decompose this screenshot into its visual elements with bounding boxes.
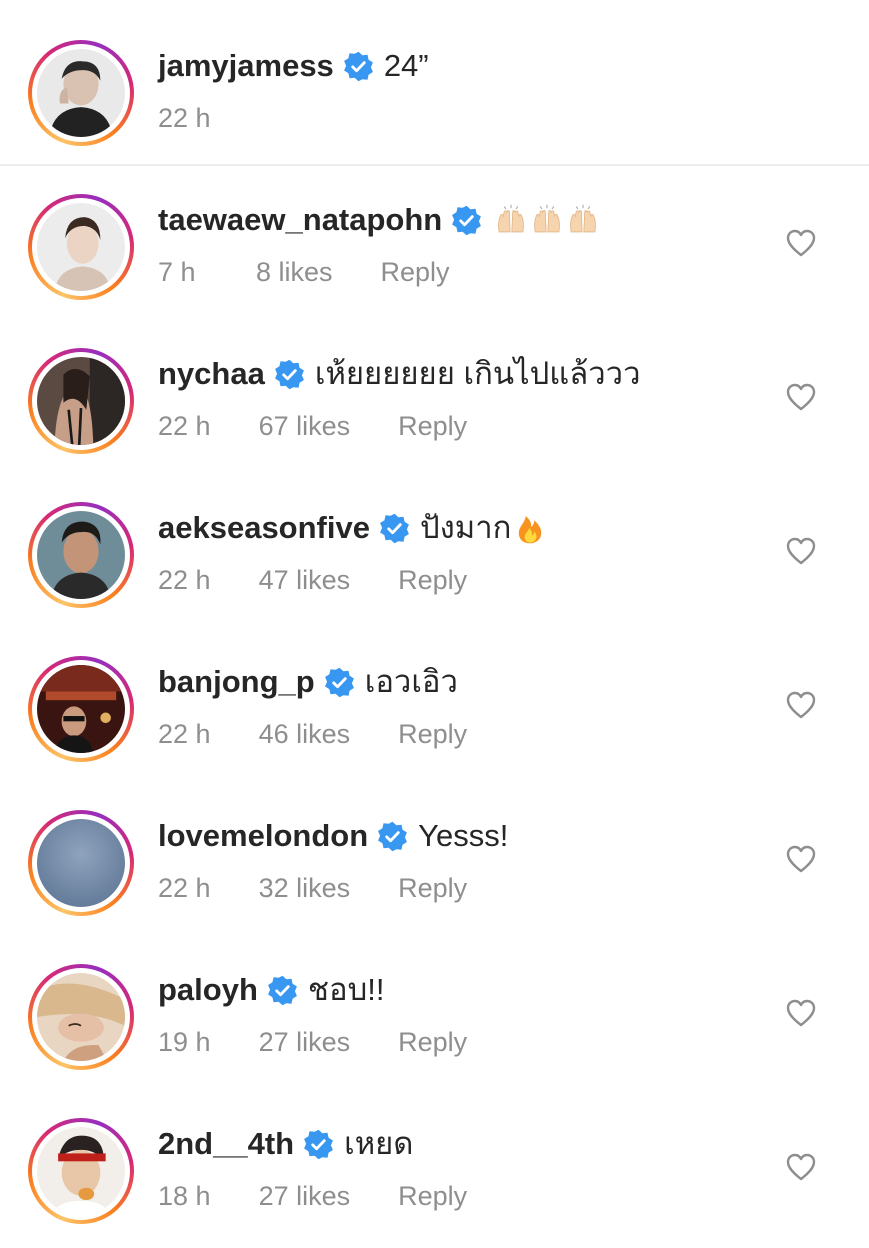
comment-text: ชอบ!! — [307, 972, 385, 1007]
comment-username[interactable]: aekseasonfive — [158, 508, 370, 548]
comment-row: aekseasonfive ปังมาก 22 h 47 likes Reply — [0, 474, 869, 628]
comment-row: paloyh ชอบ!! 19 h 27 likes Reply — [0, 936, 869, 1090]
comment-likes[interactable]: 27 likes — [259, 1179, 351, 1213]
comment-meta: 7 h 8 likes Reply — [158, 255, 450, 289]
comment-username[interactable]: 2nd__4th — [158, 1124, 294, 1164]
comment-meta: 22 h 32 likes Reply — [158, 871, 467, 905]
avatar[interactable] — [28, 194, 134, 300]
raised-hands-emoji-icon — [530, 203, 564, 237]
comment-likes[interactable]: 46 likes — [259, 717, 351, 751]
comment-time: 22 h — [158, 411, 211, 441]
raised-hands-emoji-icon — [494, 203, 528, 237]
avatar-image — [37, 973, 125, 1061]
caption-username[interactable]: jamyjamess — [158, 46, 334, 86]
comment-likes[interactable]: 67 likes — [259, 409, 351, 443]
verified-badge-icon — [303, 1129, 334, 1160]
comment-line: aekseasonfive ปังมาก — [158, 508, 547, 548]
comment-line: banjong_p เอวเอิว — [158, 662, 458, 702]
comment-time: 22 h — [158, 873, 211, 903]
avatar-image — [37, 1127, 125, 1215]
reply-button[interactable]: Reply — [398, 717, 467, 751]
avatar[interactable] — [28, 40, 134, 146]
comment-likes[interactable]: 8 likes — [256, 255, 333, 289]
caption-text: 24” — [383, 48, 429, 83]
avatar-image — [37, 357, 125, 445]
avatar[interactable] — [28, 1118, 134, 1224]
raised-hands-emoji-icon — [566, 203, 600, 237]
avatar-image — [37, 665, 125, 753]
comment-text: เห้ยยยยยย เกินไปแล้ววว — [314, 356, 641, 391]
caption-meta: 22 h — [158, 101, 211, 135]
verified-badge-icon — [274, 359, 305, 390]
reply-button[interactable]: Reply — [398, 563, 467, 597]
comment-text: Yesss! — [418, 818, 509, 853]
comment-text: เหยด — [344, 1126, 414, 1161]
avatar-image — [37, 511, 125, 599]
comment-username[interactable]: nychaa — [158, 354, 265, 394]
caption-row: jamyjamess 24” 22 h — [0, 0, 869, 164]
comment-row: nychaa เห้ยยยยยย เกินไปแล้ววว 22 h 67 lik… — [0, 320, 869, 474]
comment-row: 2nd__4th เหยด 18 h 27 likes Reply — [0, 1090, 869, 1244]
comment-time: 22 h — [158, 565, 211, 595]
comment-meta: 22 h 67 likes Reply — [158, 409, 467, 443]
comment-likes[interactable]: 47 likes — [259, 563, 351, 597]
avatar[interactable] — [28, 810, 134, 916]
comment-row: banjong_p เอวเอิว 22 h 46 likes Reply — [0, 628, 869, 782]
comment-meta: 22 h 47 likes Reply — [158, 563, 467, 597]
comment-text: เอวเอิว — [364, 664, 458, 699]
avatar-image — [37, 49, 125, 137]
comment-text: ปังมาก — [419, 510, 512, 545]
comment-likes[interactable]: 27 likes — [259, 1025, 351, 1059]
like-heart-icon[interactable] — [786, 999, 816, 1027]
comment-line: paloyh ชอบ!! — [158, 970, 384, 1010]
comment-username[interactable]: paloyh — [158, 970, 258, 1010]
verified-badge-icon — [451, 205, 482, 236]
comment-row: lovemelondon Yesss! 22 h 32 likes Reply — [0, 782, 869, 936]
comment-meta: 22 h 46 likes Reply — [158, 717, 467, 751]
like-heart-icon[interactable] — [786, 537, 816, 565]
caption-time: 22 h — [158, 103, 211, 133]
comment-line: nychaa เห้ยยยยยย เกินไปแล้ววว — [158, 354, 641, 394]
like-heart-icon[interactable] — [786, 383, 816, 411]
comment-username[interactable]: taewaew_natapohn — [158, 200, 442, 240]
comment-line: lovemelondon Yesss! — [158, 816, 508, 856]
like-heart-icon[interactable] — [786, 229, 816, 257]
avatar[interactable] — [28, 502, 134, 608]
verified-badge-icon — [379, 513, 410, 544]
comment-meta: 18 h 27 likes Reply — [158, 1179, 467, 1213]
avatar[interactable] — [28, 964, 134, 1070]
verified-badge-icon — [267, 975, 298, 1006]
like-heart-icon[interactable] — [786, 845, 816, 873]
comment-line: taewaew_natapohn — [158, 200, 600, 240]
comment-time: 22 h — [158, 719, 211, 749]
comment-username[interactable]: banjong_p — [158, 662, 315, 702]
comment-time: 18 h — [158, 1181, 211, 1211]
avatar[interactable] — [28, 348, 134, 454]
comment-likes[interactable]: 32 likes — [259, 871, 351, 905]
reply-button[interactable]: Reply — [398, 1025, 467, 1059]
comment-time: 19 h — [158, 1027, 211, 1057]
reply-button[interactable]: Reply — [381, 255, 450, 289]
verified-badge-icon — [343, 51, 374, 82]
reply-button[interactable]: Reply — [398, 409, 467, 443]
verified-badge-icon — [377, 821, 408, 852]
caption-line: jamyjamess 24” — [158, 46, 429, 86]
comment-time: 7 h — [158, 257, 196, 287]
comment-username[interactable]: lovemelondon — [158, 816, 368, 856]
reply-button[interactable]: Reply — [398, 1179, 467, 1213]
verified-badge-icon — [324, 667, 355, 698]
like-heart-icon[interactable] — [786, 1153, 816, 1181]
reply-button[interactable]: Reply — [398, 871, 467, 905]
like-heart-icon[interactable] — [786, 691, 816, 719]
comment-row: taewaew_natapohn 7 h 8 likes Reply — [0, 166, 869, 320]
avatar-image — [37, 819, 125, 907]
avatar[interactable] — [28, 656, 134, 762]
avatar-image — [37, 203, 125, 291]
fire-emoji-icon — [513, 511, 547, 545]
comment-meta: 19 h 27 likes Reply — [158, 1025, 467, 1059]
comment-line: 2nd__4th เหยด — [158, 1124, 413, 1164]
